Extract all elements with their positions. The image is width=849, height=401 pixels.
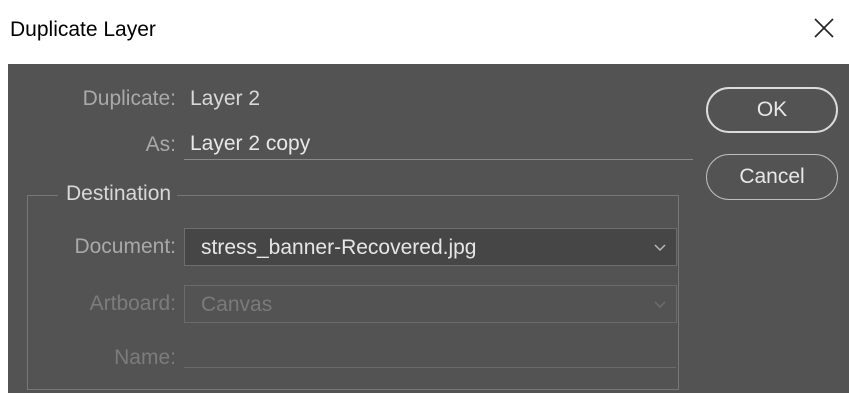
close-icon[interactable]	[813, 17, 835, 39]
destination-legend: Destination	[58, 182, 178, 206]
chevron-down-icon	[654, 301, 666, 308]
name-label: Name:	[114, 346, 176, 369]
document-select-value: stress_banner-Recovered.jpg	[201, 236, 477, 259]
chevron-down-icon	[654, 244, 666, 251]
ok-button[interactable]: OK	[706, 87, 838, 133]
cancel-button[interactable]: Cancel	[706, 154, 838, 200]
dialog-titlebar: Duplicate Layer	[0, 0, 849, 64]
duplicate-value: Layer 2	[190, 87, 261, 110]
as-input[interactable]: Layer 2 copy	[184, 128, 693, 160]
as-label: As:	[145, 133, 176, 156]
document-select[interactable]: stress_banner-Recovered.jpg	[184, 228, 677, 266]
document-label: Document:	[74, 235, 176, 258]
artboard-label: Artboard:	[89, 292, 176, 315]
artboard-select-value: Canvas	[201, 293, 273, 316]
artboard-select: Canvas	[184, 285, 677, 323]
dialog-title: Duplicate Layer	[10, 18, 156, 41]
name-input	[184, 335, 676, 368]
duplicate-label: Duplicate:	[82, 87, 176, 110]
dialog-body: Duplicate: Layer 2 As: Layer 2 copy Dest…	[8, 64, 849, 393]
